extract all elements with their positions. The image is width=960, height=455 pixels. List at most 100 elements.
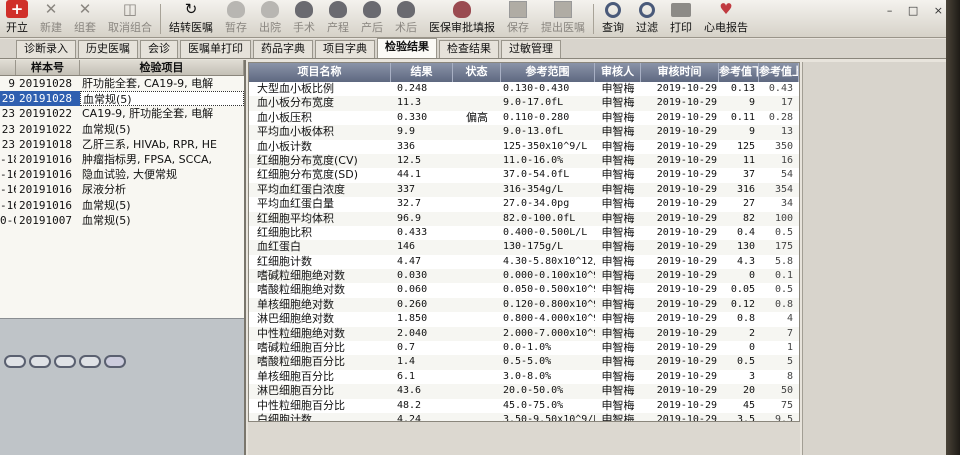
list-item[interactable]: -1820191016 肿瘤指标男, FPSA, SCCA,	[0, 152, 244, 167]
table-row[interactable]: 中性粒细胞百分比 48.2 45.0-75.0% 申智梅 2019-10-29 45 75	[249, 399, 799, 413]
list-item[interactable]: -1620191016 隐血试验, 大便常规	[0, 167, 244, 182]
col-ref-header[interactable]: 参考范围	[501, 63, 595, 82]
post-surgery-button[interactable]: 术后	[389, 1, 423, 37]
transfer-order-button[interactable]: ↻ 结转医嘱	[163, 0, 219, 37]
list-item[interactable]: 9 20191028 肝功能全套, CA19-9, 电解	[0, 76, 244, 91]
cell-ref-range: 82.0-100.0fL	[503, 212, 576, 224]
row-no: 0-07	[0, 213, 16, 227]
col-result-header[interactable]: 结果	[391, 63, 453, 82]
col-name-header[interactable]: 项目名称	[249, 63, 391, 82]
ecg-report-button[interactable]: ♥ 心电报告	[698, 0, 754, 37]
cell-ref-high: 17	[780, 97, 793, 109]
col-reviewer-header[interactable]: 审核人	[595, 63, 641, 82]
filter-button[interactable]: 过滤	[630, 1, 664, 37]
cell-ref-high: 8	[786, 370, 793, 382]
group-button[interactable]: ✕ 组套	[68, 0, 102, 37]
cell-review-time: 2019-10-29	[656, 111, 717, 123]
window-controls[interactable]: – □ ×	[887, 4, 949, 17]
table-row[interactable]: 淋巴细胞百分比 43.6 20.0-50.0% 申智梅 2019-10-29 20 50	[249, 384, 799, 399]
toolbar-separator	[593, 4, 594, 34]
table-row[interactable]: 大型血小板比例 0.248 0.130-0.430 申智梅 2019-10-29 0.13…	[249, 82, 799, 96]
option-group	[4, 355, 126, 368]
table-row[interactable]: 嗜酸粒细胞百分比 1.4 0.5-5.0% 申智梅 2019-10-29 0.5 5	[249, 355, 799, 370]
row-item: 肿瘤指标男, FPSA, SCCA,	[82, 152, 213, 166]
table-row[interactable]: 红细胞比积 0.433 0.400-0.500L/L 申智梅 2019-10-29 0.4…	[249, 226, 799, 240]
print-button[interactable]: 打印	[664, 1, 698, 37]
table-row[interactable]: 单核细胞绝对数 0.260 0.120-0.800x10^9/L 申智梅 2019-10…	[249, 297, 799, 313]
cancel-group-button[interactable]: ◫ 取消组合	[102, 0, 158, 37]
list-item[interactable]: 23 20191018 乙肝三系, HIVAb, RPR, HE	[0, 137, 244, 152]
list-item[interactable]: 23 20191022 血常规(5)	[0, 122, 244, 137]
table-row[interactable]: 血小板计数 336 125-350x10^9/L 申智梅 2019-10-29 125 35…	[249, 140, 799, 154]
tab-history-orders[interactable]: 历史医嘱	[78, 40, 138, 58]
cancel-group-label: 取消组合	[108, 21, 152, 34]
option-radio[interactable]	[54, 355, 76, 368]
col-sample-header[interactable]: 样本号	[16, 60, 80, 75]
new-button[interactable]: ✕ 新建	[34, 0, 68, 37]
tab-diagnosis-entry[interactable]: 诊断录入	[16, 40, 76, 58]
table-row[interactable]: 血小板分布宽度 11.3 9.0-17.0fL 申智梅 2019-10-29 9 17	[249, 96, 799, 111]
table-row[interactable]: 淋巴细胞绝对数 1.850 0.800-4.000x10^9/L 申智梅 2019-10…	[249, 312, 799, 326]
cell-result: 0.060	[397, 284, 428, 296]
tab-consultation[interactable]: 会诊	[140, 40, 178, 58]
table-row[interactable]: 平均血红蛋白浓度 337 316-354g/L 申智梅 2019-10-29 316 354	[249, 182, 799, 198]
option-dropdown-icon[interactable]	[104, 355, 126, 368]
option-radio[interactable]	[4, 355, 26, 368]
option-radio[interactable]	[79, 355, 101, 368]
save-button[interactable]: 保存	[501, 1, 535, 37]
tab-drug-dictionary[interactable]: 药品字典	[253, 40, 313, 58]
surgery-button[interactable]: 手术	[287, 1, 321, 37]
tab-exam-results[interactable]: 检查结果	[439, 40, 499, 58]
cell-result: 146	[397, 241, 416, 253]
cell-result: 4.47	[397, 255, 422, 267]
tab-allergy[interactable]: 过敏管理	[501, 40, 561, 58]
list-item[interactable]: -1620191016 尿液分析	[0, 182, 244, 197]
tab-item-dictionary[interactable]: 项目字典	[315, 40, 375, 58]
list-item[interactable]: -1620191016 血常规(5)	[0, 198, 244, 213]
table-row[interactable]: 血红蛋白 146 130-175g/L 申智梅 2019-10-29 130 175	[249, 240, 799, 255]
table-row[interactable]: 中性粒细胞绝对数 2.040 2.000-7.000x10^9/L 申智梅 2019-1…	[249, 326, 799, 342]
col-flag-header[interactable]: 状态	[453, 63, 501, 82]
row-no: 23	[1, 137, 15, 151]
list-item-selected[interactable]: 29 20191028 血常规(5)	[0, 91, 244, 107]
table-row[interactable]: 嗜酸粒细胞绝对数 0.060 0.050-0.500x10^9/L 申智梅 2019-1…	[249, 283, 799, 297]
cell-name: 血小板计数	[257, 139, 312, 153]
temp-save-button[interactable]: 暂存	[219, 1, 253, 37]
insurance-approval-button[interactable]: 医保审批填报	[423, 1, 501, 37]
submit-order-button[interactable]: 提出医嘱	[535, 1, 591, 37]
list-item[interactable]: 0-0720191007 血常规(5)	[0, 213, 244, 228]
cell-ref-low: 0.8	[736, 313, 755, 325]
table-row[interactable]: 红细胞平均体积 96.9 82.0-100.0fL 申智梅 2019-10-29 82 10…	[249, 211, 799, 226]
postpartum-button[interactable]: 产后	[355, 1, 389, 37]
cell-ref-low: 0.12	[730, 298, 755, 310]
table-row[interactable]: 血小板压积 0.330 偏高 0.110-0.280 申智梅 2019-10-29 0.11…	[249, 111, 799, 125]
cell-name: 血红蛋白	[257, 240, 301, 254]
col-item-header[interactable]: 检验项目	[80, 60, 244, 75]
option-radio[interactable]	[29, 355, 51, 368]
table-row[interactable]: 白细胞计数 4.24 3.50-9.50x10^9/L 申智梅 2019-10-29 3.…	[249, 412, 799, 421]
open-button[interactable]: + 开立	[0, 0, 34, 37]
cell-ref-range: 0.800-4.000x10^9/L	[503, 313, 595, 325]
col-time-header[interactable]: 审核时间	[641, 63, 719, 82]
table-row[interactable]: 平均血红蛋白量 32.7 27.0-34.0pg 申智梅 2019-10-29 27 34	[249, 197, 799, 211]
cell-name: 单核细胞绝对数	[257, 297, 334, 311]
cell-reviewer: 申智梅	[601, 384, 635, 398]
tab-order-print[interactable]: 医嘱单打印	[180, 40, 251, 58]
labor-button[interactable]: 产程	[321, 1, 355, 37]
table-row[interactable]: 红细胞分布宽度(SD) 44.1 37.0-54.0fL 申智梅 2019-10-29 3…	[249, 168, 799, 182]
cell-result: 11.3	[397, 97, 422, 109]
table-row[interactable]: 平均血小板体积 9.9 9.0-13.0fL 申智梅 2019-10-29 9 13	[249, 125, 799, 140]
list-item[interactable]: 23 20191022 CA19-9, 肝功能全套, 电解	[0, 106, 244, 121]
cell-reviewer: 申智梅	[601, 197, 635, 211]
tab-lab-results[interactable]: 检验结果	[377, 38, 437, 58]
table-row[interactable]: 红细胞计数 4.47 4.30-5.80x10^12/L 申智梅 2019-10-29 4…	[249, 255, 799, 269]
col-ref-high-header[interactable]: 参考值上	[759, 63, 799, 82]
col-ref-low-header[interactable]: 参考值下	[719, 63, 759, 82]
table-row[interactable]: 红细胞分布宽度(CV) 12.5 11.0-16.0% 申智梅 2019-10-29 11…	[249, 153, 799, 169]
table-row[interactable]: 嗜碱粒细胞百分比 0.7 0.0-1.0% 申智梅 2019-10-29 0 1	[249, 341, 799, 355]
table-row[interactable]: 单核细胞百分比 6.1 3.0-8.0% 申智梅 2019-10-29 3 8	[249, 370, 799, 384]
table-row[interactable]: 嗜碱粒细胞绝对数 0.030 0.000-0.100x10^9/L 申智梅 2019-1…	[249, 269, 799, 284]
tab-bar: 诊断录入 历史医嘱 会诊 医嘱单打印 药品字典 项目字典 检验结果 检查结果 过…	[0, 38, 955, 59]
discharge-button[interactable]: 出院	[253, 1, 287, 37]
query-button[interactable]: 查询	[596, 1, 630, 37]
